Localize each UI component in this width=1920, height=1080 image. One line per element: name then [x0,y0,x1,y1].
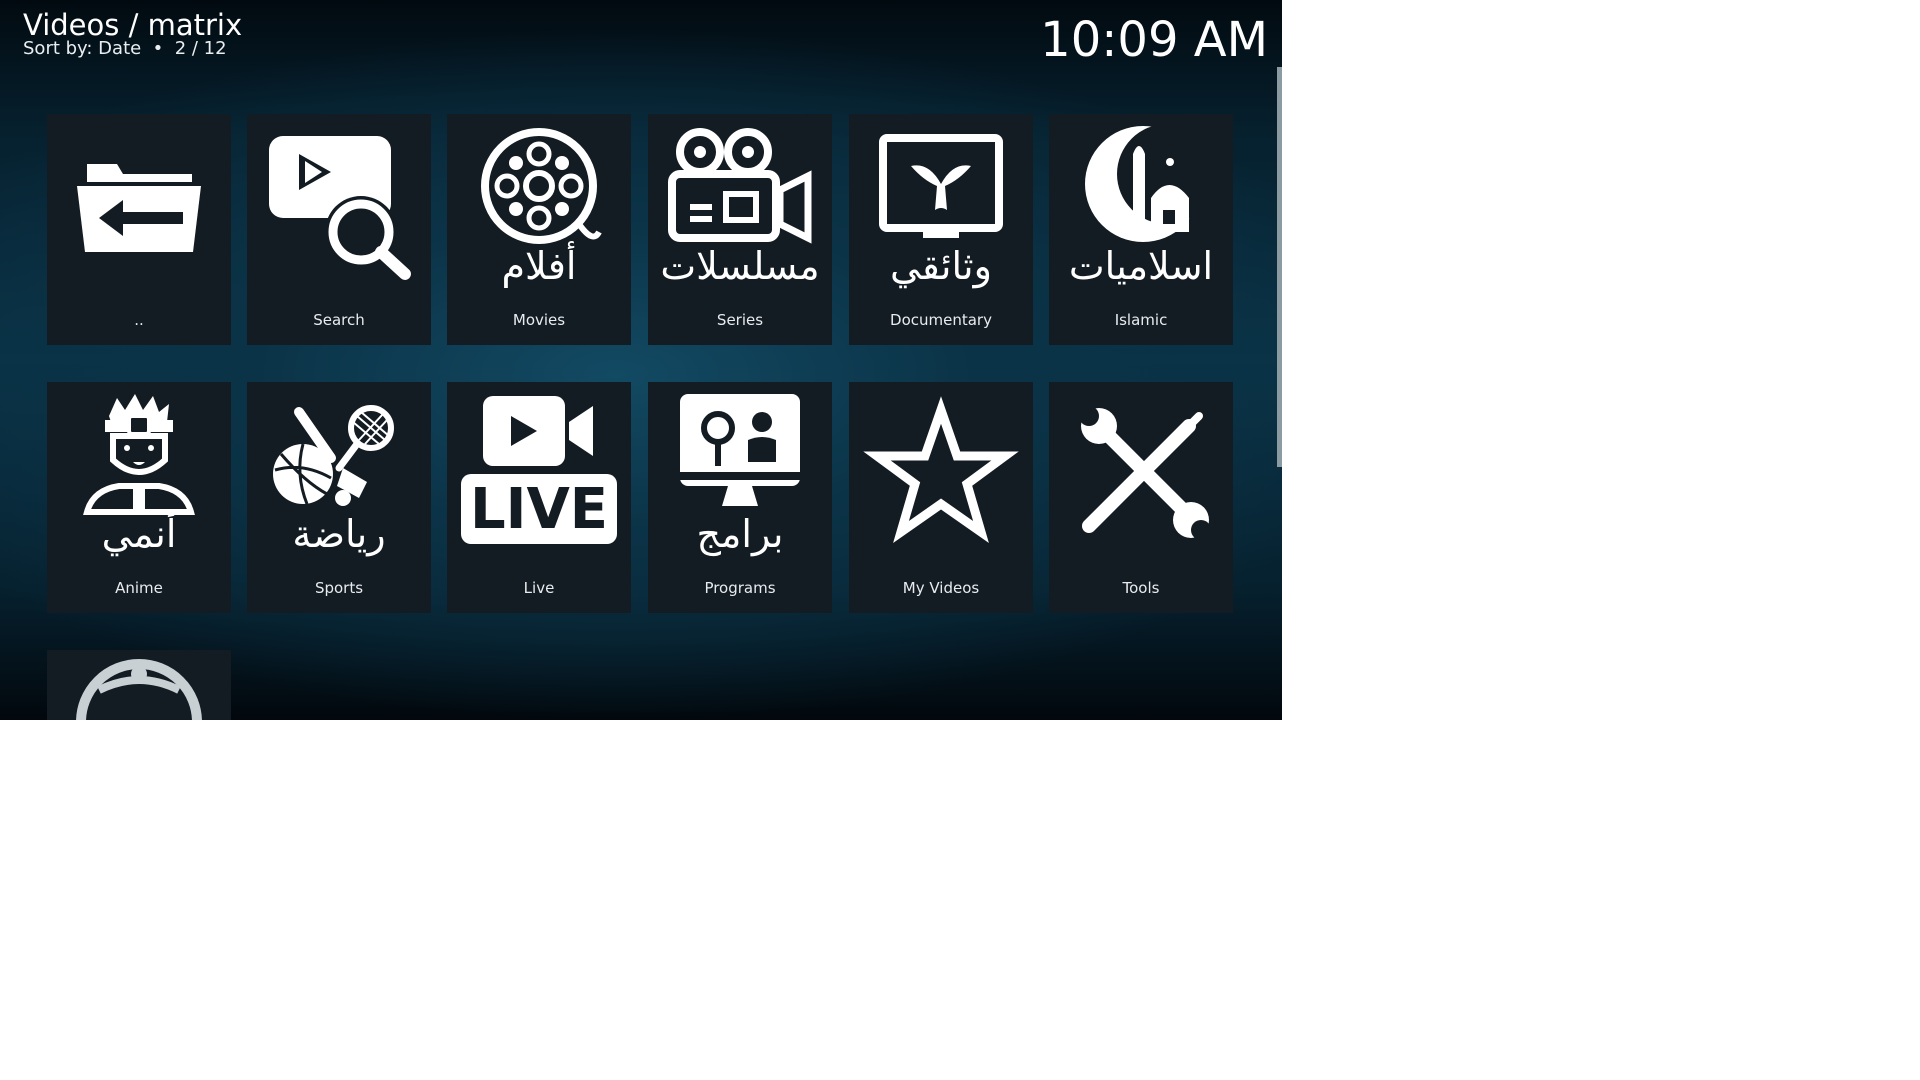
tile-arabic-title: أفلام [501,244,577,288]
tile-live[interactable]: LIVE Live [447,382,631,613]
tile-arabic-title: وثائقي [890,244,992,288]
tile-label: Series [716,311,764,329]
breadcrumb: Videos / matrix [23,8,243,42]
tile-label: Movies [512,311,566,329]
tile-my-videos[interactable]: My Videos [849,382,1033,613]
tile-next[interactable] [47,650,231,720]
scrollbar[interactable] [1277,67,1282,467]
live-text: LIVE [470,477,608,542]
tile-arabic-title: رياضة [292,512,386,556]
tile-sports[interactable]: رياضة Sports [247,382,431,613]
clock: 10:09 AM [1040,12,1268,68]
tile-arabic-title: أنمي [101,512,177,556]
tile-label: Sports [314,579,364,597]
tile-label: My Videos [902,579,980,597]
globe-icon [76,659,202,720]
tile-parent-folder[interactable]: .. [47,114,231,345]
tile-label: Islamic [1114,311,1168,329]
tile-label: Programs [704,579,776,597]
tile-label: .. [134,311,144,329]
tile-islamic[interactable]: اسلاميات Islamic [1049,114,1233,345]
tile-documentary[interactable]: وثائقي Documentary [849,114,1033,345]
tile-label: Anime [115,579,163,597]
tile-series[interactable]: مسلسلات Series [648,114,832,345]
tile-label: Search [313,311,365,329]
tile-label: Documentary [890,311,992,329]
tile-arabic-title: اسلاميات [1068,244,1214,288]
tile-anime[interactable]: أنمي Anime [47,382,231,613]
tile-search[interactable]: Search [247,114,431,345]
tile-label: Tools [1122,579,1160,597]
tile-programs[interactable]: برامج Programs [648,382,832,613]
tile-movies[interactable]: أفلام Movies [447,114,631,345]
sort-info: Sort by: Date • 2 / 12 [23,38,227,59]
tile-tools[interactable]: Tools [1049,382,1233,613]
tile-label: Live [523,579,555,597]
kodi-screen: Videos / matrix Sort by: Date • 2 / 12 1… [0,0,1282,720]
tile-arabic-title: برامج [696,512,784,556]
tile-arabic-title: مسلسلات [660,244,820,288]
